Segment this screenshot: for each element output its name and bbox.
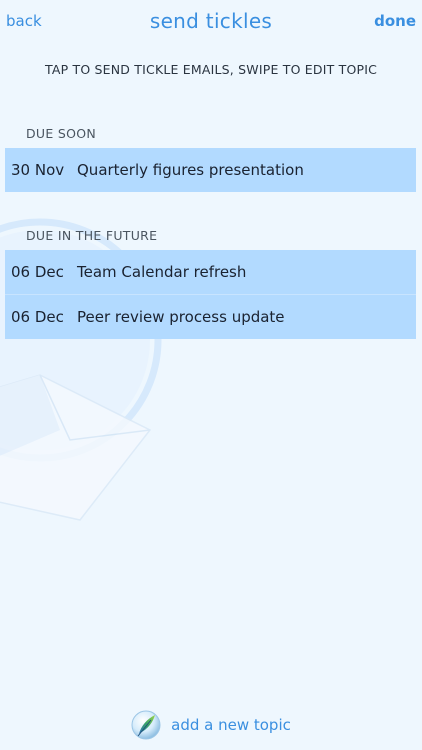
section-header-due-future: DUE IN THE FUTURE	[26, 228, 158, 243]
navigation-bar: back send tickles done	[0, 0, 422, 46]
list-item[interactable]: 06 Dec Team Calendar refresh	[5, 250, 416, 294]
feather-icon	[131, 710, 161, 740]
item-topic: Peer review process update	[77, 308, 285, 326]
list-item[interactable]: 06 Dec Peer review process update	[5, 295, 416, 339]
page-title: send tickles	[149, 9, 273, 33]
section-header-due-soon: DUE SOON	[26, 126, 97, 141]
add-topic-label: add a new topic	[171, 716, 291, 734]
list-item[interactable]: 30 Nov Quarterly figures presentation	[5, 148, 416, 192]
item-date: 30 Nov	[11, 161, 65, 179]
item-topic: Team Calendar refresh	[77, 263, 247, 281]
add-topic-button[interactable]: add a new topic	[0, 707, 422, 743]
background-envelope-art	[0, 218, 162, 521]
done-button[interactable]: done	[374, 12, 416, 30]
item-date: 06 Dec	[11, 308, 64, 326]
instructions-text: TAP TO SEND TICKLE EMAILS, SWIPE TO EDIT…	[44, 62, 378, 77]
item-topic: Quarterly figures presentation	[77, 161, 304, 179]
item-date: 06 Dec	[11, 263, 64, 281]
